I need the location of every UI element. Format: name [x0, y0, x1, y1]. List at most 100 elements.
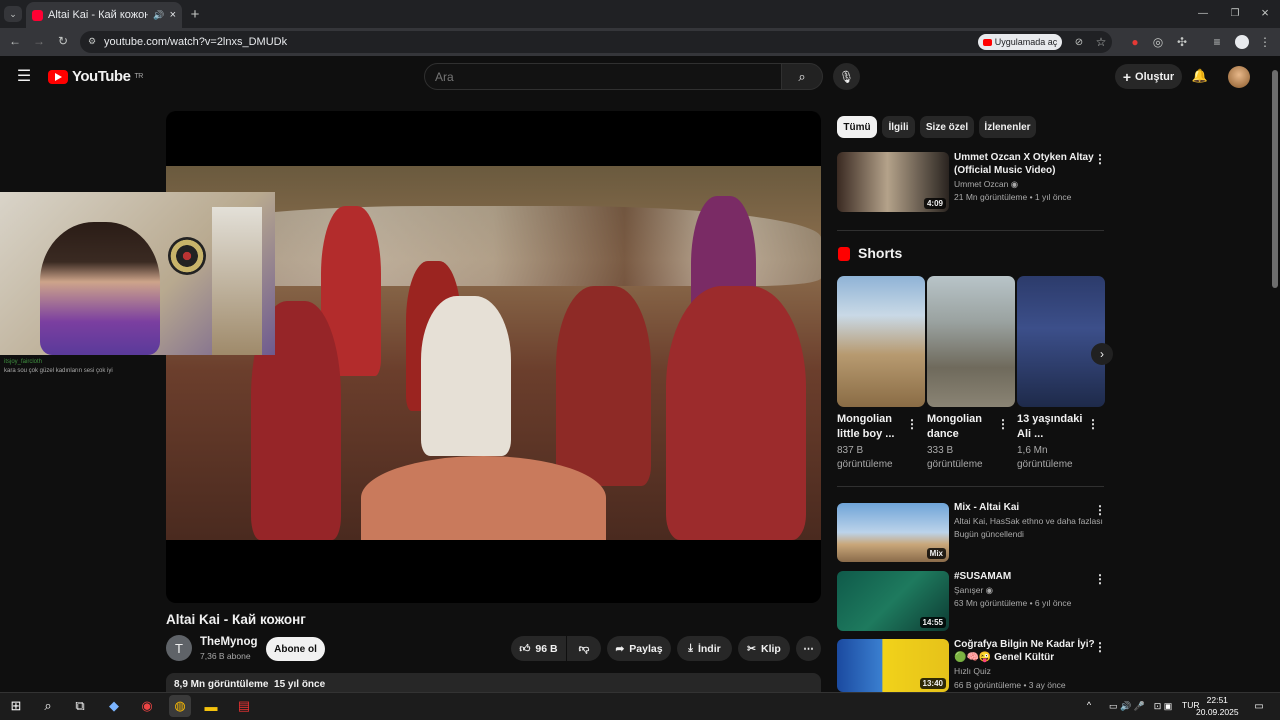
- short-title[interactable]: Mongolian little boy ...: [837, 412, 903, 442]
- thumbs-up-icon: 👍︎: [519, 643, 531, 655]
- like-button[interactable]: 👍︎ 96 B: [511, 636, 566, 661]
- create-button[interactable]: + Oluştur: [1115, 64, 1182, 89]
- short-title[interactable]: 13 yaşındaki Ali ...: [1017, 412, 1083, 442]
- notifications-bell-icon[interactable]: 🔔: [1192, 68, 1208, 84]
- short-thumbnail[interactable]: [1017, 276, 1105, 407]
- chip-watched[interactable]: İzlenenler: [979, 116, 1036, 138]
- channel-name[interactable]: TheMynog: [200, 636, 258, 648]
- short-thumbnail[interactable]: [837, 276, 925, 407]
- chip-all[interactable]: Tümü: [837, 116, 877, 138]
- related-video-title[interactable]: Mix - Altai Kai: [954, 501, 1094, 514]
- clock-time: 22:51: [1206, 695, 1228, 705]
- dislike-button[interactable]: 👎︎: [567, 636, 601, 661]
- related-video-title[interactable]: Ummet Ozcan X Otyken Altay (Official Mus…: [954, 151, 1094, 177]
- download-label: İndir: [697, 642, 721, 655]
- upload-age: 15 yıl önce: [274, 679, 326, 690]
- more-options-icon[interactable]: ⋮: [1094, 572, 1106, 586]
- tab-title: Altai Kai - Кай кожонг - Yo: [48, 9, 149, 21]
- clip-button[interactable]: ✂ Klip: [738, 636, 790, 661]
- subscribe-button[interactable]: Abone ol: [266, 637, 325, 661]
- profile-icon[interactable]: [1235, 35, 1249, 49]
- hamburger-menu-icon[interactable]: ☰: [16, 68, 32, 85]
- video-thumbnail[interactable]: 14:55: [837, 571, 949, 631]
- url-text: youtube.com/watch?v=2lnxs_DMUDk: [104, 36, 288, 48]
- clip-label: Klip: [760, 642, 781, 655]
- view-count: 8,9 Mn görüntüleme: [174, 679, 269, 690]
- voice-search-button[interactable]: 🎙: [833, 63, 860, 90]
- share-button[interactable]: ➦ Paylaş: [607, 636, 671, 661]
- channel-avatar[interactable]: T: [166, 635, 192, 661]
- notification-center-icon[interactable]: ▭: [1252, 699, 1266, 713]
- obs-icon[interactable]: ◉: [136, 695, 158, 717]
- extensions-puzzle-icon[interactable]: ✣: [1175, 35, 1189, 49]
- search-input[interactable]: [424, 63, 782, 90]
- close-tab-icon[interactable]: ×: [170, 9, 176, 21]
- close-window-icon[interactable]: ×: [1258, 5, 1272, 20]
- related-video-channel[interactable]: Altai Kai, HasSak ethno ve daha fazlası: [954, 515, 1104, 528]
- reload-icon[interactable]: ↻: [56, 34, 70, 48]
- related-video-channel[interactable]: Ummet Ozcan ◉: [954, 178, 1018, 191]
- file-explorer-icon[interactable]: ▬: [200, 695, 222, 717]
- related-video-title[interactable]: Coğrafya Bilgin Ne Kadar İyi? 🟢🧠😜 Genel …: [954, 638, 1099, 664]
- browser-tab[interactable]: Altai Kai - Кай кожонг - Yo 🔊 ×: [26, 2, 182, 28]
- speaker-icon[interactable]: 🔊: [153, 10, 164, 21]
- tab-search-icon[interactable]: ⌄: [4, 6, 22, 22]
- divider: [837, 230, 1104, 231]
- divider: [837, 486, 1104, 487]
- short-title[interactable]: Mongolian dance: [927, 412, 993, 442]
- restore-icon[interactable]: ❐: [1228, 6, 1242, 20]
- related-video-channel[interactable]: Hızlı Quiz: [954, 665, 991, 678]
- related-video-title[interactable]: #SUSAMAM: [954, 570, 1094, 583]
- extension-record-icon[interactable]: ●: [1128, 35, 1142, 49]
- copilot-icon[interactable]: ◆: [103, 695, 125, 717]
- video-player[interactable]: [166, 111, 821, 603]
- related-video-channel[interactable]: Şanışer ◉: [954, 584, 993, 597]
- new-tab-icon[interactable]: +: [188, 6, 202, 23]
- address-bar[interactable]: ⚙ youtube.com/watch?v=2lnxs_DMUDk: [80, 31, 1112, 53]
- more-options-icon[interactable]: ⋮: [1094, 503, 1106, 517]
- chip-related[interactable]: İlgili: [882, 116, 915, 138]
- more-actions-button[interactable]: ⋯: [796, 636, 821, 661]
- open-in-app-button[interactable]: Uygulamada aç: [978, 34, 1062, 50]
- task-view-icon[interactable]: ⧉: [69, 695, 91, 717]
- minimize-icon[interactable]: —: [1196, 6, 1210, 20]
- video-thumbnail[interactable]: 13:40: [837, 639, 949, 692]
- scrollbar-thumb[interactable]: [1272, 70, 1278, 288]
- like-count: 96 B: [535, 642, 558, 655]
- site-info-icon[interactable]: ⚙: [86, 35, 98, 47]
- video-thumbnail[interactable]: 4:09: [837, 152, 949, 212]
- network-icons[interactable]: ⊡ ▣: [1146, 700, 1180, 712]
- tray-chevron-icon[interactable]: ^: [1084, 700, 1094, 710]
- mix-thumbnail[interactable]: Mix: [837, 503, 949, 562]
- more-options-icon[interactable]: ⋮: [1087, 417, 1099, 431]
- forward-icon[interactable]: →: [32, 34, 46, 48]
- chrome-icon[interactable]: ◍: [169, 695, 191, 717]
- short-thumbnail[interactable]: [927, 276, 1015, 407]
- bookmark-star-icon[interactable]: ☆: [1094, 35, 1108, 49]
- related-video-meta: 21 Mn görüntüleme • 1 yıl önce: [954, 192, 1072, 202]
- more-options-icon[interactable]: ⋮: [1094, 640, 1106, 654]
- search-button[interactable]: ⌕: [781, 63, 823, 90]
- back-icon[interactable]: ←: [8, 34, 22, 48]
- more-options-icon[interactable]: ⋮: [997, 417, 1009, 431]
- taskbar-clock[interactable]: 22:51 20.09.2025: [1196, 694, 1239, 718]
- browser-menu-icon[interactable]: ⋮: [1259, 35, 1271, 49]
- shorts-next-button[interactable]: ›: [1091, 343, 1113, 365]
- extension-icon[interactable]: ◎: [1151, 35, 1165, 49]
- more-options-icon[interactable]: ⋮: [1094, 152, 1106, 166]
- eye-off-icon[interactable]: ⊘: [1072, 35, 1086, 49]
- voice-app-icon[interactable]: ▤: [233, 695, 255, 717]
- youtube-favicon-icon: [32, 9, 43, 21]
- video-duration: 14:55: [919, 617, 946, 628]
- media-control-icon[interactable]: ≡: [1210, 35, 1224, 49]
- short-views: 1,6 Mn görüntüleme: [1017, 445, 1073, 470]
- verified-icon: ◉: [985, 585, 994, 595]
- download-button[interactable]: ⤓ İndir: [677, 636, 732, 661]
- windows-start-icon[interactable]: ⊞: [5, 695, 27, 717]
- more-options-icon[interactable]: ⋮: [906, 417, 918, 431]
- chevron-right-icon: ›: [1100, 347, 1104, 361]
- youtube-logo[interactable]: YouTube TR: [48, 68, 143, 85]
- user-avatar[interactable]: [1228, 66, 1250, 88]
- taskbar-search-icon[interactable]: ⌕: [37, 695, 59, 717]
- chip-for-you[interactable]: Size özel: [920, 116, 974, 138]
